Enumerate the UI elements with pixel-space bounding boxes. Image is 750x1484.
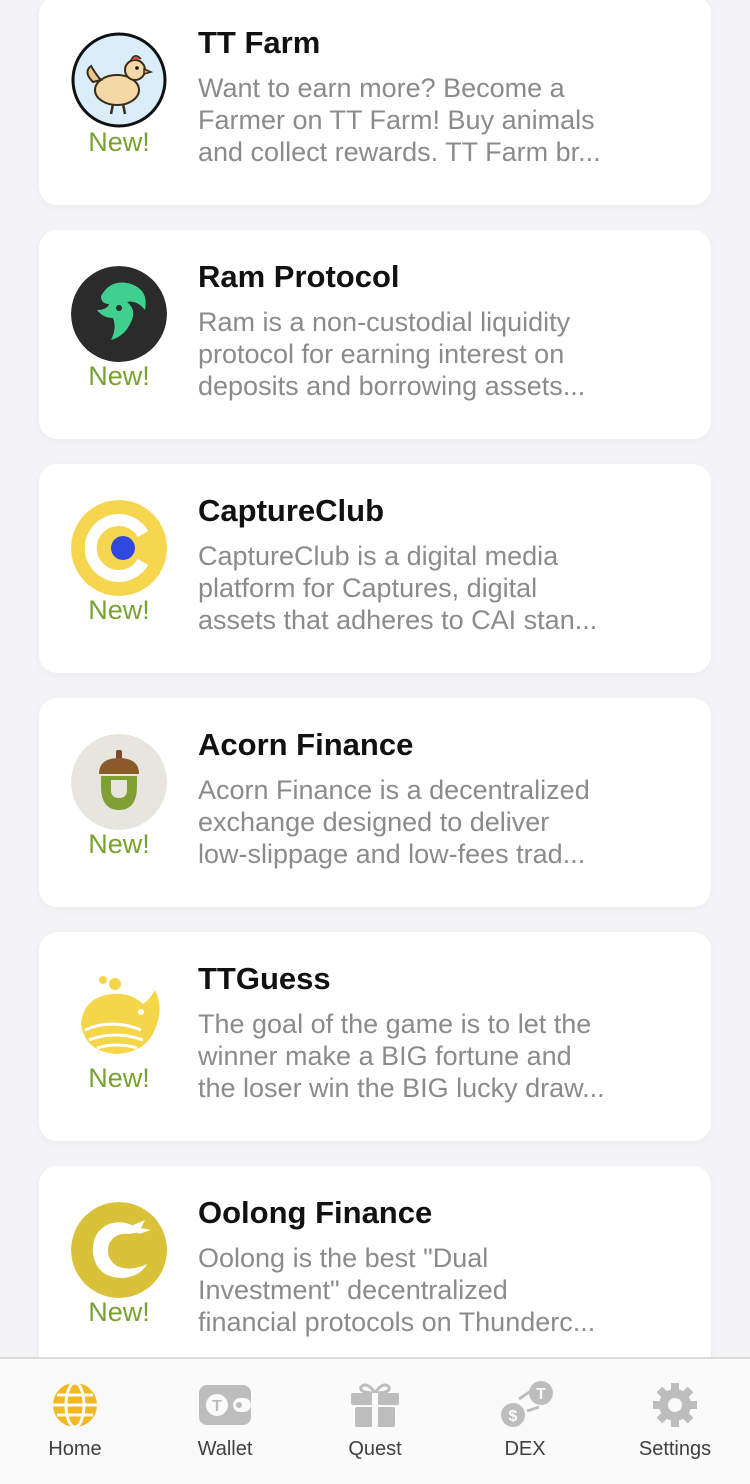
dapp-card-tt-farm[interactable]: New! TT Farm Want to earn more? Become a… <box>39 0 711 205</box>
dapp-card-ram-protocol[interactable]: New! Ram Protocol Ram is a non-custodial… <box>39 230 711 439</box>
svg-text:T: T <box>212 1398 222 1415</box>
bottom-tab-bar: Home T Wallet Quest $ T DEX Settings <box>0 1357 750 1484</box>
tab-label: Home <box>48 1438 102 1460</box>
tab-home[interactable]: Home <box>0 1359 150 1484</box>
tab-label: Settings <box>638 1438 712 1460</box>
dapp-description: Ram is a non-custodial liquidity protoco… <box>198 307 586 401</box>
dapp-title: Oolong Finance <box>198 1195 433 1230</box>
ttguess-logo-icon <box>71 968 167 1064</box>
new-badge: New! <box>88 361 150 391</box>
wallet-icon: T <box>197 1381 253 1429</box>
oolong-finance-logo-icon <box>71 1202 167 1298</box>
svg-text:T: T <box>536 1386 546 1403</box>
tab-label: DEX <box>504 1438 546 1460</box>
tab-settings[interactable]: Settings <box>600 1359 750 1484</box>
tt-farm-logo-icon <box>71 32 167 128</box>
new-badge: New! <box>88 829 150 859</box>
dapp-description: CaptureClub is a digital media platform … <box>198 541 598 635</box>
dapp-card-oolong-finance[interactable]: New! Oolong Finance Oolong is the best "… <box>39 1166 711 1358</box>
dapp-description: The goal of the game is to let the winne… <box>198 1009 605 1103</box>
tab-quest[interactable]: Quest <box>300 1359 450 1484</box>
dapp-list: New! TT Farm Want to earn more? Become a… <box>0 0 750 1358</box>
new-badge: New! <box>88 1063 150 1093</box>
dapp-card-captureclub[interactable]: New! CaptureClub CaptureClub is a digita… <box>39 464 711 673</box>
tab-label: Wallet <box>197 1438 253 1460</box>
dapp-title: TT Farm <box>198 25 321 60</box>
dapp-description: Acorn Finance is a decentralized exchang… <box>198 775 590 869</box>
dapp-title: Ram Protocol <box>198 259 400 294</box>
dapp-title: Acorn Finance <box>198 727 414 762</box>
new-badge: New! <box>88 1297 150 1327</box>
globe-icon <box>47 1381 103 1429</box>
gift-icon <box>347 1381 403 1429</box>
dapp-title: TTGuess <box>198 961 331 996</box>
gear-icon <box>647 1381 703 1429</box>
dapp-description: Oolong is the best "Dual Investment" dec… <box>198 1243 596 1337</box>
new-badge: New! <box>88 595 150 625</box>
exchange-icon: $ T <box>497 1381 553 1429</box>
dapp-card-ttguess[interactable]: New! TTGuess The goal of the game is to … <box>39 932 711 1141</box>
new-badge: New! <box>88 127 150 157</box>
svg-text:$: $ <box>509 1408 518 1425</box>
dapp-card-acorn-finance[interactable]: New! Acorn Finance Acorn Finance is a de… <box>39 698 711 907</box>
dapp-title: CaptureClub <box>198 493 384 528</box>
acorn-finance-logo-icon <box>71 734 167 830</box>
dapp-description: Want to earn more? Become a Farmer on TT… <box>198 73 601 167</box>
captureclub-logo-icon <box>71 500 167 596</box>
tab-label: Quest <box>348 1438 402 1460</box>
ram-protocol-logo-icon <box>71 266 167 362</box>
tab-wallet[interactable]: T Wallet <box>150 1359 300 1484</box>
tab-dex[interactable]: $ T DEX <box>450 1359 600 1484</box>
